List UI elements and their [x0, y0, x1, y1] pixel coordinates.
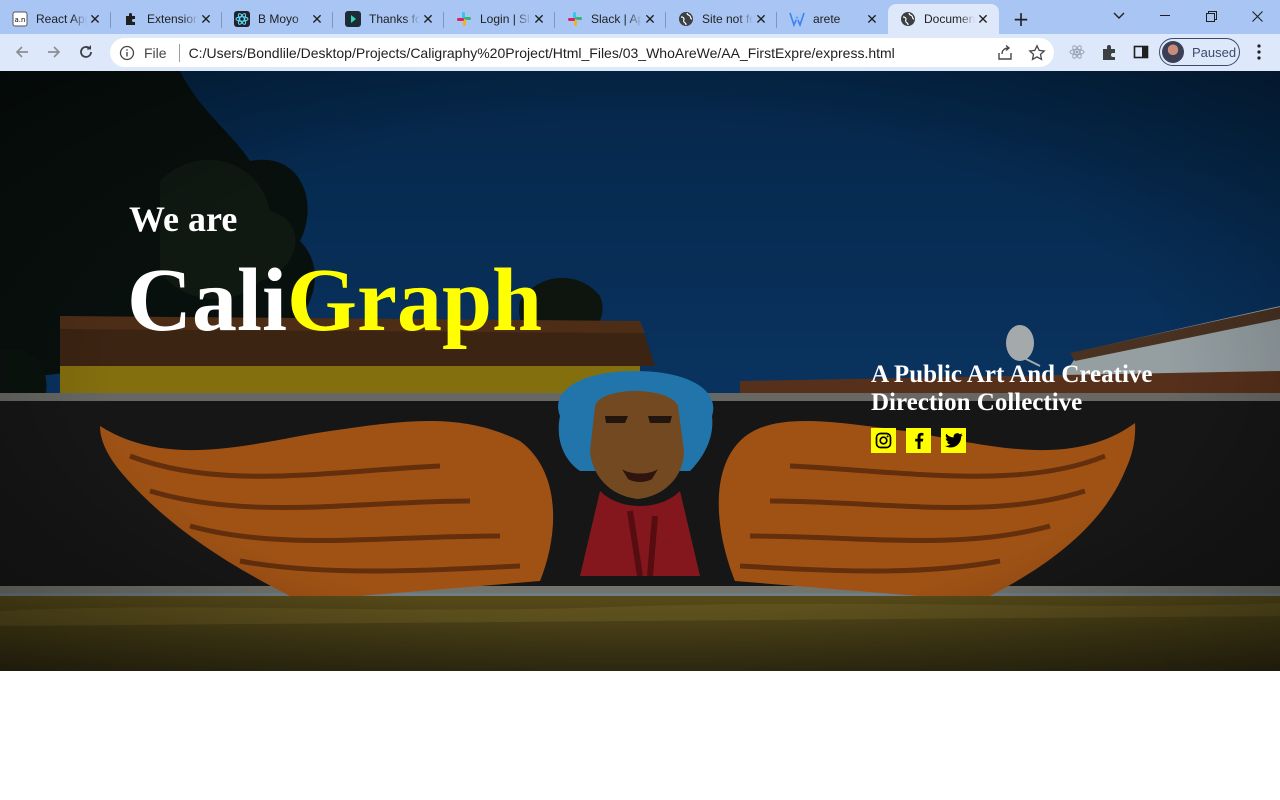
profile-status: Paused — [1192, 44, 1237, 60]
url-text[interactable]: C:/Users/Bondlile/Desktop/Projects/Calig… — [189, 45, 895, 61]
side-panel-icon[interactable] — [1131, 42, 1151, 62]
avatar — [1162, 41, 1184, 63]
browser-toolbar: File C:/Users/Bondlile/Desktop/Projects/… — [0, 34, 1280, 71]
brand-title: CaliGraph — [127, 251, 542, 351]
tab-arete[interactable]: arete ✕ — [777, 4, 888, 34]
bookmark-star-icon[interactable] — [1028, 44, 1046, 62]
restore-icon[interactable] — [1188, 0, 1234, 32]
menu-kebab-icon[interactable] — [1249, 42, 1269, 62]
slack-icon — [456, 11, 472, 27]
facebook-icon — [914, 432, 924, 449]
url-scheme: File — [144, 44, 167, 61]
brand-title-part1: Cali — [127, 251, 288, 350]
tab-title: B Moyo — [258, 12, 299, 26]
forward-icon[interactable] — [38, 36, 70, 68]
extensions-icon[interactable] — [1099, 42, 1119, 62]
hero-intro-text: We are — [129, 199, 238, 239]
social-links — [871, 428, 966, 453]
hero-section: We are CaliGraph A Public Art And Creati… — [0, 71, 1280, 671]
close-window-icon[interactable] — [1234, 0, 1280, 32]
puzzle-icon — [123, 11, 139, 27]
tab-slack[interactable]: Slack | App ✕ — [555, 4, 666, 34]
facebook-link[interactable] — [906, 428, 931, 453]
tab-site-not-found[interactable]: Site not found ✕ — [666, 4, 777, 34]
tab-title: Slack | App — [591, 12, 642, 26]
close-icon[interactable]: ✕ — [87, 11, 103, 27]
site-info-icon[interactable] — [119, 45, 135, 61]
tab-title: Thanks for — [369, 12, 420, 26]
play-icon — [345, 11, 361, 27]
tab-title: arete — [813, 12, 841, 26]
close-icon[interactable]: ✕ — [642, 11, 658, 27]
tab-title: Extensions — [147, 12, 198, 26]
tab-title: Login | Slack — [480, 12, 531, 26]
tab-title: React App — [36, 12, 87, 26]
tab-extensions[interactable]: Extensions ✕ — [111, 4, 222, 34]
brand-title-part2: Graph — [287, 251, 543, 350]
globe-icon — [678, 11, 694, 27]
profile-button[interactable]: Paused — [1159, 38, 1240, 66]
tab-title: Document — [924, 12, 975, 26]
instagram-icon — [875, 432, 892, 449]
page-viewport: We are CaliGraph A Public Art And Creati… — [0, 71, 1280, 800]
react-devtools-icon[interactable] — [1067, 42, 1087, 62]
new-tab-button[interactable]: + — [999, 4, 1043, 34]
slack-icon — [567, 11, 583, 27]
reload-icon[interactable] — [70, 36, 102, 68]
tab-title: Site not found — [702, 12, 753, 26]
twitter-icon — [944, 433, 963, 448]
close-icon[interactable]: ✕ — [309, 11, 325, 27]
back-icon[interactable] — [6, 36, 38, 68]
tab-search-icon[interactable] — [1096, 0, 1142, 32]
react-app-icon: a.n — [12, 11, 28, 27]
svg-text:a.n: a.n — [15, 16, 26, 24]
close-icon[interactable]: ✕ — [753, 11, 769, 27]
minimize-icon[interactable] — [1142, 0, 1188, 32]
share-icon[interactable] — [996, 44, 1014, 62]
v-logo-icon — [789, 11, 805, 27]
tab-b-moyo[interactable]: B Moyo ✕ — [222, 4, 333, 34]
react-icon — [234, 11, 250, 27]
close-icon[interactable]: ✕ — [531, 11, 547, 27]
tab-login-slack[interactable]: Login | Slack ✕ — [444, 4, 555, 34]
instagram-link[interactable] — [871, 428, 896, 453]
tab-document[interactable]: Document ✕ — [888, 4, 999, 34]
close-icon[interactable]: ✕ — [198, 11, 214, 27]
tab-strip: a.n React App ✕ Extensions ✕ B Moyo ✕ Th… — [0, 0, 1280, 34]
globe-icon — [900, 11, 916, 27]
address-bar[interactable]: File C:/Users/Bondlile/Desktop/Projects/… — [110, 38, 1054, 67]
hero-tagline: A Public Art And Creative Direction Coll… — [871, 361, 1153, 416]
tab-thanks[interactable]: Thanks for ✕ — [333, 4, 444, 34]
close-icon[interactable]: ✕ — [975, 11, 991, 27]
tab-react-app[interactable]: a.n React App ✕ — [0, 4, 111, 34]
close-icon[interactable]: ✕ — [864, 11, 880, 27]
twitter-link[interactable] — [941, 428, 966, 453]
close-icon[interactable]: ✕ — [420, 11, 436, 27]
